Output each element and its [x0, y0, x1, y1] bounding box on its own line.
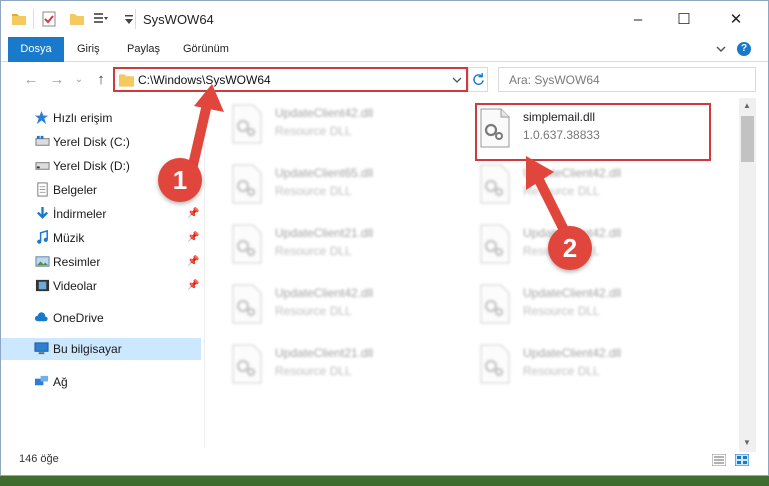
help-icon[interactable]: ? — [737, 42, 751, 56]
file-name: UpdateClient42.dll — [275, 286, 374, 300]
dll-file-icon — [480, 284, 510, 324]
pin-icon[interactable]: 📌 — [187, 232, 199, 243]
file-name: UpdateClient42.dll — [523, 346, 622, 360]
dll-file-icon — [480, 224, 510, 264]
cloud-icon — [34, 312, 48, 322]
recent-locations-icon[interactable]: ⌄ — [69, 70, 89, 90]
nav-label: Yerel Disk (C:) — [53, 135, 130, 149]
dll-file-icon — [232, 344, 262, 384]
refresh-icon[interactable] — [472, 73, 485, 86]
nav-label: Hızlı erişim — [53, 111, 113, 125]
tab-view[interactable]: Görünüm — [177, 37, 235, 62]
search-placeholder[interactable]: Ara: SysWOW64 — [509, 73, 600, 87]
nav-label: Belgeler — [53, 183, 98, 197]
file-item[interactable]: UpdateClient21.dll Resource DLL — [211, 338, 451, 394]
minimize-button[interactable]: – — [615, 1, 661, 37]
item-count: 146 öğe — [19, 453, 59, 465]
dll-file-icon — [232, 104, 262, 144]
dll-file-icon — [232, 284, 262, 324]
file-item[interactable]: UpdateClient42.dll Resource DLL — [459, 278, 699, 334]
nav-label: OneDrive — [53, 311, 104, 325]
details-view-icon[interactable] — [712, 454, 726, 466]
nav-downloads[interactable]: İndirmeler 📌 — [1, 203, 201, 225]
file-type: Resource DLL — [275, 364, 352, 378]
nav-onedrive[interactable]: OneDrive — [1, 307, 201, 329]
properties-icon[interactable] — [41, 11, 57, 27]
dll-file-icon — [232, 164, 262, 204]
new-folder-icon[interactable] — [69, 11, 85, 27]
ribbon-tabs: Dosya Giriş Paylaş Görünüm ? — [1, 37, 768, 62]
expand-ribbon-icon[interactable] — [715, 43, 727, 55]
file-name: UpdateClient21.dll — [275, 346, 374, 360]
star-icon — [34, 110, 49, 125]
file-type: Resource DLL — [523, 304, 600, 318]
file-name: UpdateClient65.dll — [275, 166, 374, 180]
vertical-scrollbar[interactable]: ▲ ▼ — [739, 98, 756, 452]
file-item[interactable]: UpdateClient42.dll Resource DLL — [211, 278, 451, 334]
folder-icon — [119, 74, 134, 87]
file-type: Resource DLL — [275, 184, 352, 198]
close-button[interactable]: ✕ — [713, 1, 759, 37]
pin-icon[interactable]: 📌 — [187, 280, 199, 291]
file-name: UpdateClient42.dll — [275, 106, 374, 120]
scroll-down-icon[interactable]: ▼ — [743, 438, 751, 447]
music-icon — [37, 230, 48, 244]
scroll-up-icon[interactable]: ▲ — [743, 101, 751, 110]
nav-label: Müzik — [53, 231, 85, 245]
scroll-thumb[interactable] — [741, 116, 754, 162]
nav-videos[interactable]: Videolar 📌 — [1, 275, 201, 297]
back-button[interactable]: ← — [21, 70, 41, 90]
video-icon — [35, 279, 50, 292]
file-type: Resource DLL — [275, 304, 352, 318]
download-icon — [36, 206, 49, 219]
document-icon — [37, 182, 48, 197]
title-bar: SysWOW64 – ☐ ✕ — [1, 1, 768, 37]
nav-music[interactable]: Müzik 📌 — [1, 227, 201, 249]
pin-icon[interactable]: 📌 — [187, 208, 199, 219]
large-icons-view-icon[interactable] — [735, 454, 749, 466]
nav-label: Videolar — [53, 279, 97, 293]
forward-button[interactable]: → — [47, 70, 67, 90]
file-item[interactable]: UpdateClient65.dll Resource DLL — [211, 158, 451, 214]
file-name: UpdateClient21.dll — [275, 226, 374, 240]
nav-label: Ağ — [53, 375, 68, 389]
file-type: Resource DLL — [275, 124, 352, 138]
tab-home[interactable]: Giriş — [71, 37, 106, 62]
explorer-window: SysWOW64 – ☐ ✕ Dosya Giriş Paylaş Görünü… — [0, 0, 769, 476]
nav-network[interactable]: Ağ — [1, 371, 201, 393]
dll-file-icon — [480, 344, 510, 384]
step-badge-2: 2 — [548, 226, 592, 270]
file-item[interactable]: UpdateClient42.dll Resource DLL — [459, 338, 699, 394]
file-type: Resource DLL — [523, 364, 600, 378]
drive-icon — [35, 135, 50, 146]
nav-label: Yerel Disk (D:) — [53, 159, 130, 173]
file-item[interactable]: UpdateClient21.dll Resource DLL — [211, 218, 451, 274]
step-badge-1: 1 — [158, 158, 202, 202]
up-button[interactable]: ↑ — [91, 70, 111, 90]
nav-label: Resimler — [53, 255, 101, 269]
tab-file[interactable]: Dosya — [8, 37, 64, 62]
search-box[interactable]: Ara: SysWOW64 — [498, 67, 756, 92]
folder-icon — [12, 14, 26, 25]
nav-label: İndirmeler — [53, 207, 107, 221]
pictures-icon — [35, 256, 50, 267]
nav-this-pc[interactable]: Bu bilgisayar — [1, 338, 201, 360]
nav-pictures[interactable]: Resimler 📌 — [1, 251, 201, 273]
file-name: UpdateClient42.dll — [523, 286, 622, 300]
chevron-down-icon[interactable] — [452, 75, 462, 85]
pin-icon[interactable]: 📌 — [187, 256, 199, 267]
quick-access-menu-icon[interactable] — [93, 11, 109, 27]
drive-icon — [35, 162, 50, 170]
window-title: SysWOW64 — [143, 12, 214, 27]
file-item[interactable]: UpdateClient42.dll Resource DLL — [211, 98, 451, 154]
tab-share[interactable]: Paylaş — [121, 37, 166, 62]
maximize-button[interactable]: ☐ — [661, 1, 707, 37]
computer-icon — [34, 342, 49, 355]
nav-label: Bu bilgisayar — [53, 342, 122, 356]
dll-file-icon — [232, 224, 262, 264]
network-icon — [34, 375, 49, 386]
file-type: Resource DLL — [275, 244, 352, 258]
dll-file-icon — [480, 164, 510, 204]
